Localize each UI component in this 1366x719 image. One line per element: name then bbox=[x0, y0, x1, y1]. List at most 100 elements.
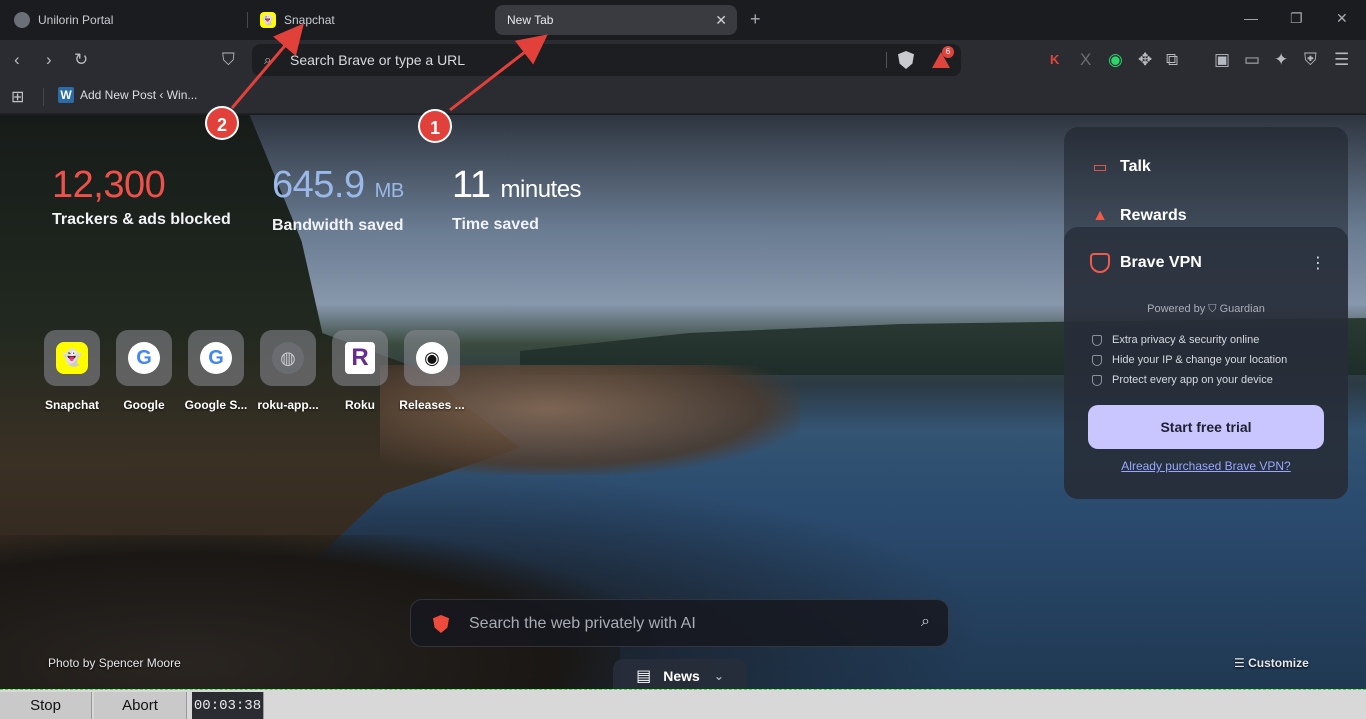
new-tab-button[interactable]: + bbox=[750, 9, 761, 30]
site-tile: G bbox=[116, 330, 172, 386]
customize-button[interactable]: ☰ Customize bbox=[1234, 656, 1309, 670]
vpn-icon[interactable]: ⛨ bbox=[1304, 50, 1317, 70]
annotation-marker-1: 1 bbox=[418, 109, 452, 143]
annotation-marker-2: 2 bbox=[205, 106, 239, 140]
news-label: News bbox=[663, 668, 700, 684]
tab-new-tab[interactable]: New Tab ✕ bbox=[495, 5, 737, 35]
apps-grid-icon[interactable]: ⊞ bbox=[11, 87, 24, 107]
tab-snapchat[interactable]: 👻 Snapchat bbox=[256, 5, 486, 35]
rewards-badge: 6 bbox=[942, 46, 954, 58]
stat-bandwidth: 645.9 MB Bandwidth saved bbox=[272, 165, 404, 235]
google-icon: G bbox=[128, 342, 160, 374]
screenshot-icon[interactable]: ⧉ bbox=[1166, 50, 1178, 70]
globe-icon: ◍ bbox=[272, 342, 304, 374]
tab-strip: Unilorin Portal 👻 Snapchat New Tab ✕ + —… bbox=[0, 0, 1366, 40]
bookmark-add-new-post[interactable]: W Add New Post ‹ Win... bbox=[58, 87, 197, 103]
photo-credit[interactable]: Photo by Spencer Moore bbox=[48, 656, 181, 670]
top-site-roku[interactable]: R Roku bbox=[332, 330, 388, 412]
bandwidth-value: 645.9 bbox=[272, 164, 365, 206]
rewards-label: Rewards bbox=[1120, 207, 1187, 224]
vpn-feature: Extra privacy & security online bbox=[1092, 334, 1259, 346]
google-icon: G bbox=[200, 342, 232, 374]
site-label: Releases ... bbox=[399, 398, 465, 412]
back-icon[interactable]: ‹ bbox=[14, 50, 20, 70]
url-placeholder: Search Brave or type a URL bbox=[290, 52, 466, 68]
vpn-feature: Protect every app on your device bbox=[1092, 374, 1273, 386]
site-tile: G bbox=[188, 330, 244, 386]
stat-time: 11 minutes Time saved bbox=[452, 165, 582, 234]
divider bbox=[43, 88, 44, 106]
sidebar-icon[interactable]: ▣ bbox=[1214, 50, 1230, 70]
news-tab[interactable]: ▤ News ⌄ bbox=[613, 659, 747, 689]
menu-icon[interactable]: ☰ bbox=[1334, 50, 1349, 70]
extensions-puzzle-icon[interactable]: ✥ bbox=[1138, 50, 1152, 70]
top-site-google[interactable]: G Google bbox=[116, 330, 172, 412]
tab-label: Unilorin Portal bbox=[38, 13, 114, 27]
newspaper-icon: ▤ bbox=[636, 668, 652, 685]
feature-text: Hide your IP & change your location bbox=[1112, 354, 1288, 366]
search-icon[interactable]: ⌕ bbox=[921, 613, 930, 631]
feature-text: Protect every app on your device bbox=[1112, 374, 1273, 386]
vpn-feature: Hide your IP & change your location bbox=[1092, 354, 1287, 366]
vpn-title-text: Brave VPN bbox=[1120, 254, 1202, 271]
stat-trackers: 12,300 Trackers & ads blocked bbox=[52, 165, 231, 229]
reload-icon[interactable]: ↻ bbox=[74, 50, 88, 70]
start-free-trial-button[interactable]: Start free trial bbox=[1088, 405, 1324, 449]
shield-check-icon bbox=[1092, 334, 1102, 346]
search-icon: ⌕ bbox=[264, 52, 272, 67]
brave-shields-icon[interactable] bbox=[898, 51, 914, 69]
top-site-roku-app[interactable]: ◍ roku-app... bbox=[257, 330, 319, 412]
site-label: Roku bbox=[345, 398, 375, 412]
extension-x-icon[interactable]: X bbox=[1080, 50, 1091, 70]
leo-ai-icon[interactable]: ✦ bbox=[1274, 50, 1288, 70]
already-purchased-link[interactable]: Already purchased Brave VPN? bbox=[1064, 459, 1348, 473]
time-unit: minutes bbox=[500, 176, 582, 203]
ai-search-box[interactable]: Search the web privately with AI ⌕ bbox=[410, 599, 949, 647]
bookmark-label: Add New Post ‹ Win... bbox=[80, 88, 198, 102]
forward-icon[interactable]: › bbox=[46, 50, 52, 70]
tab-unilorin-portal[interactable]: Unilorin Portal bbox=[10, 5, 240, 35]
minimize-icon[interactable]: — bbox=[1244, 10, 1258, 26]
top-site-snapchat[interactable]: 👻 Snapchat bbox=[44, 330, 100, 412]
vpn-card: Brave VPN ⋮ Powered by ⛉ Guardian Extra … bbox=[1064, 227, 1348, 499]
bandwidth-unit: MB bbox=[374, 180, 405, 202]
close-window-icon[interactable]: ✕ bbox=[1336, 10, 1348, 27]
trackers-label: Trackers & ads blocked bbox=[52, 211, 231, 228]
new-tab-page: 12,300 Trackers & ads blocked 645.9 MB B… bbox=[0, 115, 1366, 689]
close-icon[interactable]: ✕ bbox=[715, 12, 727, 29]
bookmark-icon[interactable]: ⛉ bbox=[222, 50, 235, 70]
shield-check-icon bbox=[1092, 354, 1102, 366]
abort-button[interactable]: Abort bbox=[94, 692, 187, 719]
top-site-releases[interactable]: ◉ Releases ... bbox=[399, 330, 465, 412]
video-camera-icon: ▭ bbox=[1092, 159, 1108, 176]
extension-k-icon[interactable]: K bbox=[1050, 50, 1059, 70]
top-sites: 👻 Snapchat G Google G Google S... ◍ roku… bbox=[44, 330, 465, 412]
divider bbox=[886, 52, 887, 68]
maximize-icon[interactable]: ❐ bbox=[1290, 10, 1303, 27]
rewards-icon: ▲ bbox=[1092, 207, 1108, 224]
address-bar[interactable]: ⌕ Search Brave or type a URL 6 bbox=[252, 44, 961, 76]
customize-label: Customize bbox=[1248, 656, 1309, 670]
widget-rewards[interactable]: ▲ Rewards bbox=[1090, 207, 1187, 225]
bandwidth-label: Bandwidth saved bbox=[272, 217, 404, 234]
chevron-down-icon: ⌄ bbox=[713, 669, 724, 683]
tab-label: New Tab bbox=[507, 13, 554, 27]
roku-icon: R bbox=[345, 342, 375, 374]
site-tile: 👻 bbox=[44, 330, 100, 386]
more-options-icon[interactable]: ⋮ bbox=[1310, 253, 1326, 273]
widget-stack: ▭ Talk ▲ Rewards Brave VPN ⋮ Powered by … bbox=[1064, 127, 1348, 499]
widget-talk[interactable]: ▭ Talk bbox=[1090, 157, 1151, 177]
search-placeholder: Search the web privately with AI bbox=[469, 615, 696, 632]
wallet-icon[interactable]: ▭ bbox=[1244, 50, 1260, 70]
top-site-google-s[interactable]: G Google S... bbox=[185, 330, 247, 412]
shield-check-icon bbox=[1092, 374, 1102, 386]
recorder-bar: Stop Abort 00:03:38 bbox=[0, 689, 1366, 719]
talk-label: Talk bbox=[1120, 158, 1151, 175]
stop-button[interactable]: Stop bbox=[0, 692, 92, 719]
sliders-icon: ☰ bbox=[1234, 656, 1245, 670]
extension-green-icon[interactable]: ◉ bbox=[1108, 50, 1123, 70]
trackers-value: 12,300 bbox=[52, 164, 166, 206]
site-label: Google bbox=[123, 398, 165, 412]
snapchat-icon: 👻 bbox=[260, 12, 276, 28]
globe-icon bbox=[14, 12, 30, 28]
